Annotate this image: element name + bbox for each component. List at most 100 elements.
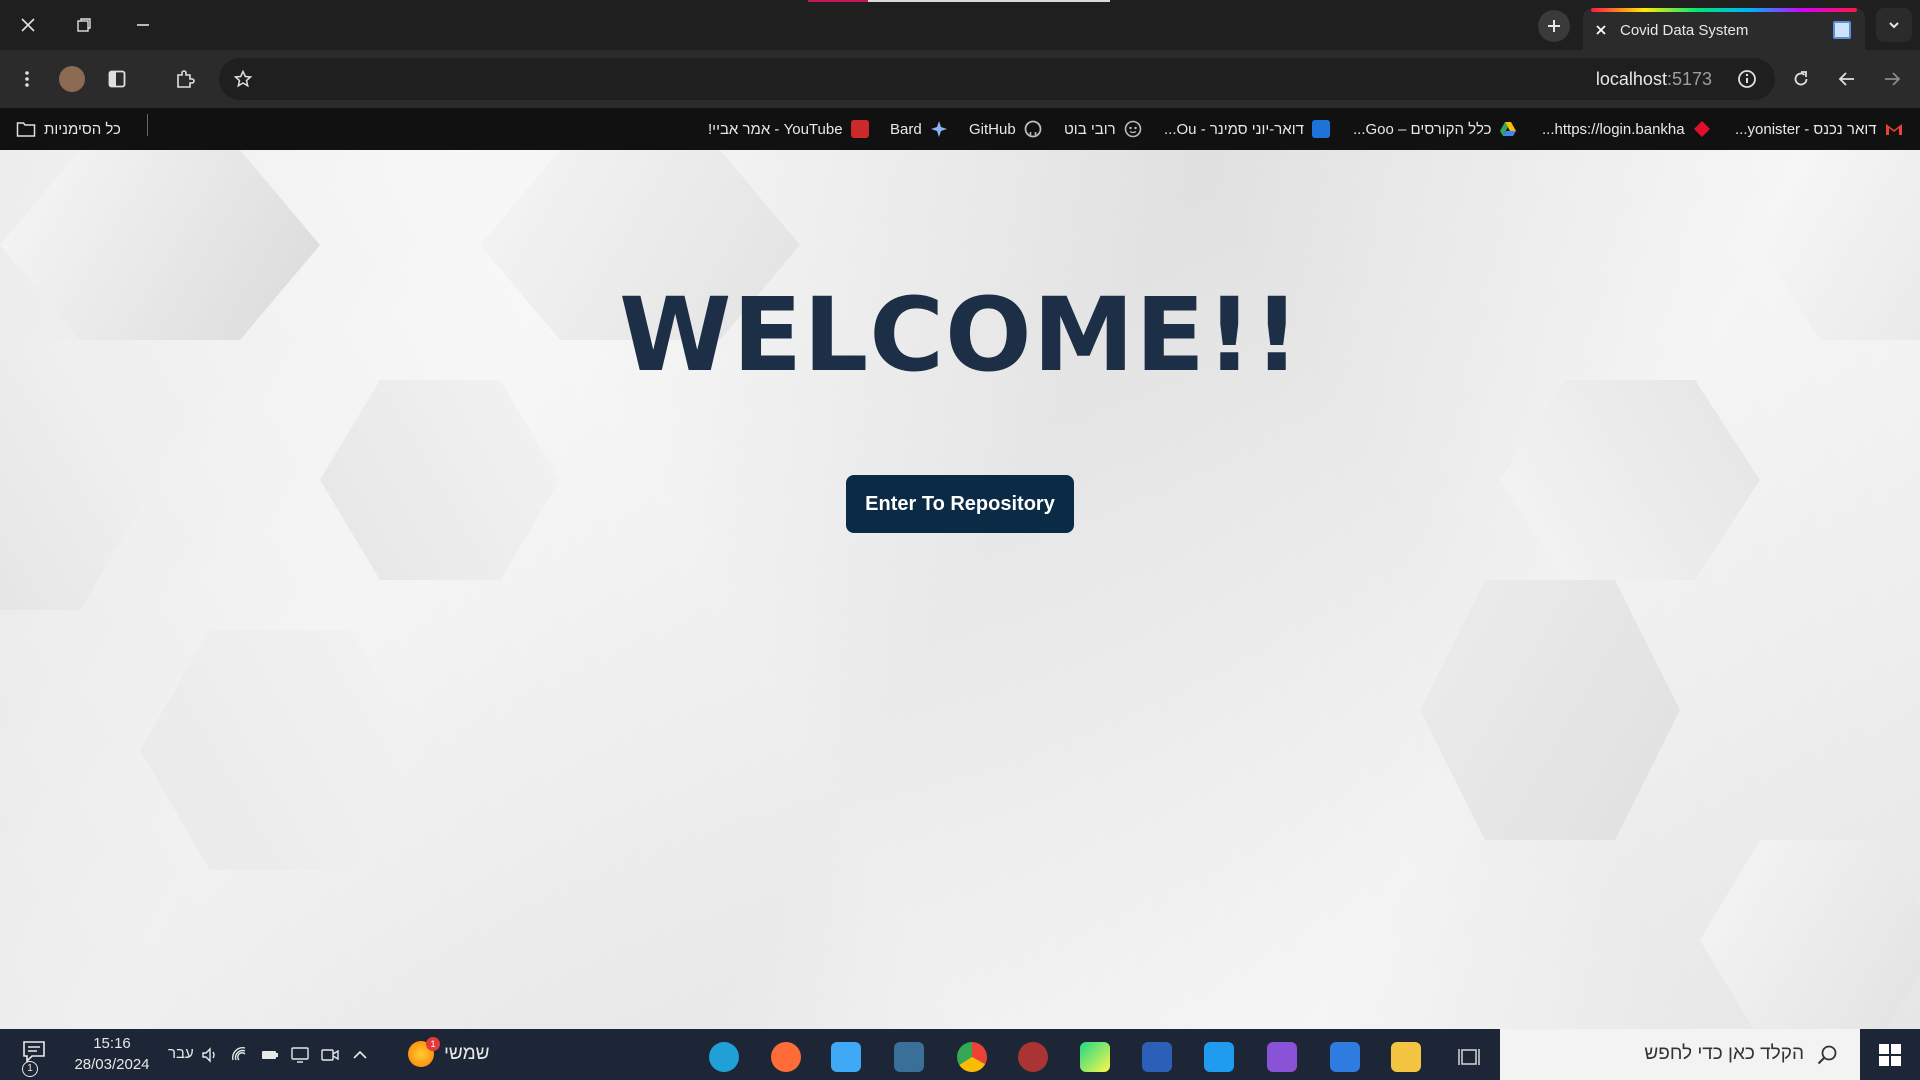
title-bar: Covid Data System: [0, 0, 1920, 50]
chevron-down-icon: [1889, 22, 1899, 29]
bookmark-youtube[interactable]: YouTube - אמר אביי!: [708, 108, 869, 150]
bookmarks-separator: [147, 114, 148, 136]
taskbar-todo[interactable]: [1325, 1037, 1365, 1077]
sun-icon: 1: [408, 1037, 440, 1067]
enter-repository-button[interactable]: Enter To Repository: [846, 475, 1074, 533]
bookmark-bank[interactable]: https://login.bankha...: [1542, 108, 1711, 150]
youtube-icon: [850, 120, 869, 138]
reload-button[interactable]: [1785, 63, 1817, 95]
arrow-right-icon: [1885, 72, 1901, 86]
clock-time: 15:16: [93, 1035, 131, 1052]
tab-group-color-bar: [1591, 8, 1857, 12]
background-hexagon: [1420, 580, 1680, 840]
clock-date: 28/03/2024: [74, 1056, 150, 1073]
chevron-up-icon[interactable]: [350, 1045, 370, 1065]
windows-logo-icon: [1879, 1043, 1901, 1066]
notification-center-button[interactable]: 1: [20, 1039, 52, 1077]
app-face-icon: [1018, 1042, 1048, 1072]
bard-sparkle-icon: [930, 121, 947, 137]
bookmark-star-icon[interactable]: [233, 69, 253, 89]
bookmark-label: GitHub: [969, 120, 1016, 138]
minimize-window-button[interactable]: [115, 0, 171, 50]
minimize-icon: [137, 24, 149, 26]
bookmark-label: דואר-יוני סמינר - Ou...: [1164, 120, 1304, 138]
chrome-icon: [957, 1042, 987, 1072]
close-window-button[interactable]: [0, 0, 56, 50]
extensions-button[interactable]: [169, 63, 201, 95]
weather-widget[interactable]: שמשי 1: [408, 1037, 490, 1067]
address-bar[interactable]: localhost:5173: [219, 58, 1775, 100]
all-bookmarks-label: כל הסימניות: [44, 120, 121, 138]
restore-window-button[interactable]: [56, 0, 112, 50]
restore-icon: [77, 18, 91, 32]
background-hexagon: [1700, 840, 1920, 1029]
gmail-icon: [1885, 124, 1902, 135]
taskbar-word[interactable]: [1137, 1037, 1177, 1077]
pycharm-icon: [1080, 1042, 1110, 1072]
taskbar: 1 15:16 28/03/2024 עבר שמשי 1 הקלד כאן כ…: [0, 1029, 1920, 1080]
todo-icon: [1330, 1042, 1360, 1072]
robot-icon: [1124, 120, 1141, 138]
bookmark-robot[interactable]: רובי בוט: [1064, 108, 1142, 150]
input-language[interactable]: עבר: [168, 1045, 194, 1062]
menu-button[interactable]: [11, 63, 43, 95]
side-panel-button[interactable]: [101, 63, 133, 95]
bookmark-bard[interactable]: Bard: [890, 108, 948, 150]
system-tray: [200, 1045, 370, 1065]
camera-icon[interactable]: [320, 1045, 340, 1065]
site-info-icon[interactable]: [1737, 69, 1757, 89]
taskbar-file-explorer[interactable]: [1386, 1037, 1426, 1077]
start-button[interactable]: [1860, 1029, 1920, 1080]
weather-text: שמשי: [444, 1043, 490, 1064]
bookmark-label: דואר נכנס - yonister...: [1735, 120, 1877, 138]
weather-badge: 1: [426, 1037, 440, 1051]
back-button[interactable]: [1831, 63, 1863, 95]
all-bookmarks-button[interactable]: כל הסימניות: [16, 108, 121, 150]
taskbar-task-view[interactable]: [1449, 1037, 1489, 1077]
task-view-icon: [1458, 1049, 1480, 1065]
bookmark-label: כלל הקורסים – Goo...: [1353, 120, 1492, 138]
taskbar-app-face[interactable]: [1013, 1037, 1053, 1077]
notification-count: 1: [22, 1061, 38, 1077]
battery-icon[interactable]: [260, 1045, 280, 1065]
close-icon: [21, 18, 35, 32]
taskbar-postman[interactable]: [766, 1037, 806, 1077]
new-tab-button[interactable]: [1538, 10, 1570, 42]
taskbar-pycharm[interactable]: [1075, 1037, 1115, 1077]
profile-avatar[interactable]: [59, 66, 85, 92]
loading-indicator: [808, 0, 1110, 2]
bookmark-label: YouTube - אמר אביי!: [708, 120, 843, 138]
plus-icon: [1548, 20, 1560, 32]
clock[interactable]: 15:16 28/03/2024: [60, 1033, 164, 1075]
taskbar-vscode[interactable]: [1199, 1037, 1239, 1077]
url-text[interactable]: localhost:5173: [1596, 69, 1712, 90]
taskbar-mysql-workbench[interactable]: [889, 1037, 929, 1077]
active-tab[interactable]: Covid Data System: [1583, 8, 1865, 50]
forward-button[interactable]: [1876, 63, 1908, 95]
wifi-icon[interactable]: [230, 1045, 250, 1065]
bookmark-outlook[interactable]: דואר-יוני סמינר - Ou...: [1164, 108, 1330, 150]
taskbar-visual-studio[interactable]: [1262, 1037, 1302, 1077]
taskbar-chrome[interactable]: [952, 1037, 992, 1077]
file-explorer-icon: [1391, 1042, 1421, 1072]
background-hexagon: [1500, 380, 1760, 580]
display-icon[interactable]: [290, 1045, 310, 1065]
bookmark-label: https://login.bankha...: [1542, 120, 1685, 138]
tab-favicon-icon: [1833, 21, 1851, 39]
taskbar-edge[interactable]: [704, 1037, 744, 1077]
volume-icon[interactable]: [200, 1045, 220, 1065]
welcome-heading: WELCOME!!: [619, 276, 1301, 395]
bookmark-gmail[interactable]: דואר נכנס - yonister...: [1735, 108, 1903, 150]
edge-icon: [709, 1042, 739, 1072]
tab-close-icon[interactable]: [1593, 22, 1609, 38]
page-content: WELCOME!! Enter To Repository: [0, 150, 1920, 1029]
tab-search-button[interactable]: [1876, 8, 1912, 42]
bookmark-label: Bard: [890, 120, 922, 138]
bookmark-google-drive[interactable]: כלל הקורסים – Goo...: [1353, 108, 1517, 150]
media-player-icon: [831, 1042, 861, 1072]
taskbar-media-player[interactable]: [826, 1037, 866, 1077]
taskbar-search[interactable]: הקלד כאן כדי לחפש: [1500, 1029, 1860, 1080]
vscode-icon: [1204, 1042, 1234, 1072]
bookmark-github[interactable]: GitHub: [969, 108, 1042, 150]
github-icon: [1024, 120, 1042, 138]
